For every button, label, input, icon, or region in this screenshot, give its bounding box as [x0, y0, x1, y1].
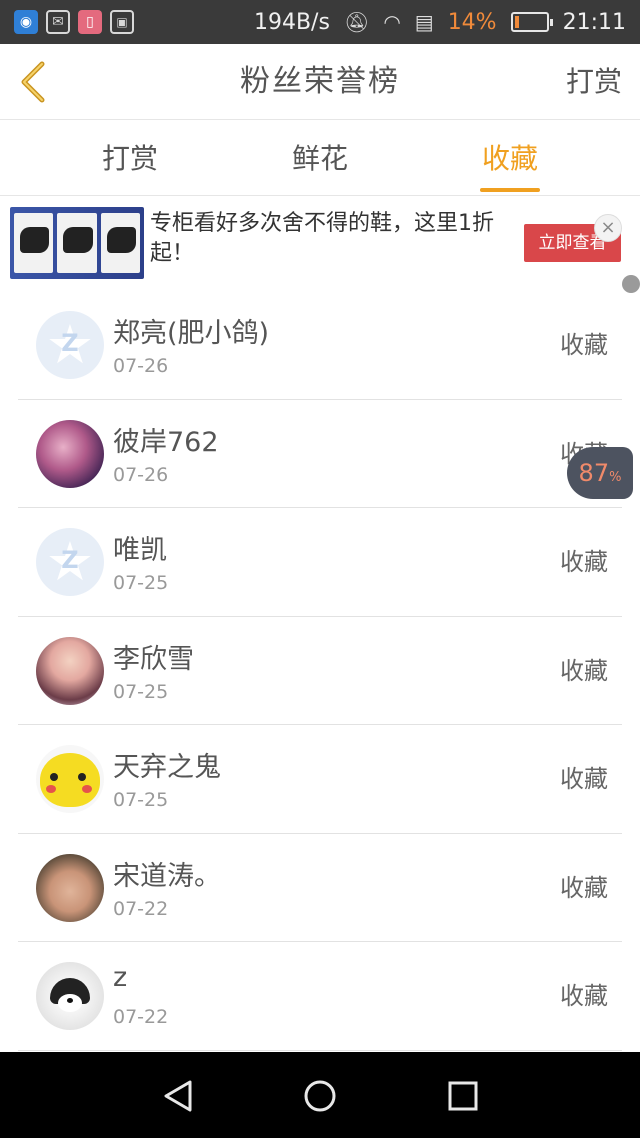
close-icon[interactable]: ×	[594, 214, 622, 242]
app-header: 粉丝荣誉榜 打赏	[0, 44, 640, 120]
user-name: 天弃之鬼	[113, 752, 221, 783]
list-item[interactable]: z 07-22 收藏	[18, 942, 622, 1051]
sim-icon: ▤	[414, 10, 434, 34]
date: 07-22	[113, 1006, 169, 1028]
tab-reward[interactable]: 打赏	[70, 121, 190, 196]
user-name: 李欣雪	[113, 643, 194, 675]
wifi-icon: ◠	[383, 10, 401, 34]
shoe-image	[100, 213, 140, 273]
list-item[interactable]: 彼岸762 07-26 收藏	[18, 400, 622, 508]
status-bar: ◉ ✉ ▯ ▣ 194B/s 🔕︎ ◠ ▤ 14% 21:11	[0, 0, 640, 44]
ad-text: 专柜看好多次舍不得的鞋，这里1折起！	[150, 211, 494, 266]
favorite-label: 收藏	[560, 982, 608, 1010]
avatar: ★ Z	[36, 528, 104, 596]
list-item[interactable]: 宋道涛。 07-22 收藏	[18, 834, 622, 942]
avatar	[36, 962, 104, 1030]
favorite-label: 收藏	[560, 873, 608, 902]
image-icon: ▣	[110, 10, 134, 34]
avatar: ★ Z	[36, 311, 104, 379]
user-name: z	[113, 962, 128, 993]
shoe-image	[14, 213, 54, 273]
net-speed: 194B/s	[253, 9, 330, 35]
favorite-label: 收藏	[560, 331, 608, 359]
status-right: 194B/s 🔕︎ ◠ ▤ 14% 21:11	[254, 0, 626, 44]
mail-icon: ✉	[46, 10, 70, 34]
date: 07-25	[113, 680, 169, 703]
ad-image	[10, 207, 144, 279]
home-circle-icon[interactable]	[302, 1078, 338, 1114]
list-item[interactable]: 李欣雪 07-25 收藏	[18, 617, 622, 725]
date: 07-22	[113, 897, 169, 920]
favorite-label: 收藏	[560, 656, 608, 685]
tab-bar: 打赏 鲜花 收藏	[0, 121, 640, 196]
date: 07-26	[113, 463, 169, 486]
battery-percent: 14%	[447, 9, 497, 35]
shoe-image	[57, 213, 97, 273]
ad-banner[interactable]: 专柜看好多次舍不得的鞋，这里1折起！ 立即查看 ×	[0, 197, 640, 293]
boost-value: 87	[578, 459, 610, 487]
fan-list: ★Z 郑亮(肥小鸽) 07-26 收藏 彼岸762 07-26 收藏 ★Z 唯凯…	[0, 291, 640, 1051]
recents-square-icon[interactable]	[445, 1078, 481, 1114]
floating-boost-badge[interactable]: 87%	[567, 447, 633, 499]
active-tab-indicator	[480, 188, 540, 192]
tab-flowers[interactable]: 鲜花	[260, 121, 380, 196]
list-item[interactable]: 天弃之鬼 07-25 收藏	[18, 725, 622, 834]
date: 07-25	[113, 789, 169, 811]
list-item[interactable]: ★ Z 唯凯 07-25 收藏	[18, 508, 622, 617]
wifi-hotspot-icon: ◉	[14, 10, 38, 34]
tab-favorites-label: 收藏	[481, 142, 538, 175]
avatar	[36, 745, 104, 813]
user-name: 彼岸762	[113, 426, 219, 458]
avatar	[36, 636, 104, 705]
favorite-label: 收藏	[560, 548, 608, 576]
status-left-icons: ◉ ✉ ▯ ▣	[14, 10, 134, 34]
back-triangle-icon[interactable]	[160, 1078, 196, 1114]
list-item[interactable]: ★ Z 郑亮(肥小鸽) 07-26 收藏	[18, 291, 622, 400]
battery-icon	[510, 12, 553, 32]
favorite-label: 收藏	[560, 765, 608, 793]
boost-unit: %	[609, 470, 622, 485]
user-name: 郑亮(肥小鸽)	[113, 318, 270, 349]
avatar	[36, 419, 104, 488]
user-name: 唯凯	[113, 535, 167, 566]
reward-button[interactable]: 打赏	[566, 44, 622, 120]
clock: 21:11	[562, 9, 626, 35]
notification-icon: ▯	[78, 10, 102, 34]
date: 07-26	[113, 355, 169, 377]
mute-icon: 🔕︎	[343, 10, 370, 34]
screen: ◉ ✉ ▯ ▣ 194B/s 🔕︎ ◠ ▤ 14% 21:11 粉丝荣誉榜 打赏…	[0, 0, 640, 1138]
user-name: 宋道涛。	[113, 860, 221, 892]
system-nav-bar	[0, 1052, 640, 1138]
date: 07-25	[113, 572, 169, 594]
tab-favorites[interactable]: 收藏	[450, 121, 570, 196]
avatar	[36, 853, 104, 922]
page-title: 粉丝荣誉榜	[240, 64, 400, 99]
